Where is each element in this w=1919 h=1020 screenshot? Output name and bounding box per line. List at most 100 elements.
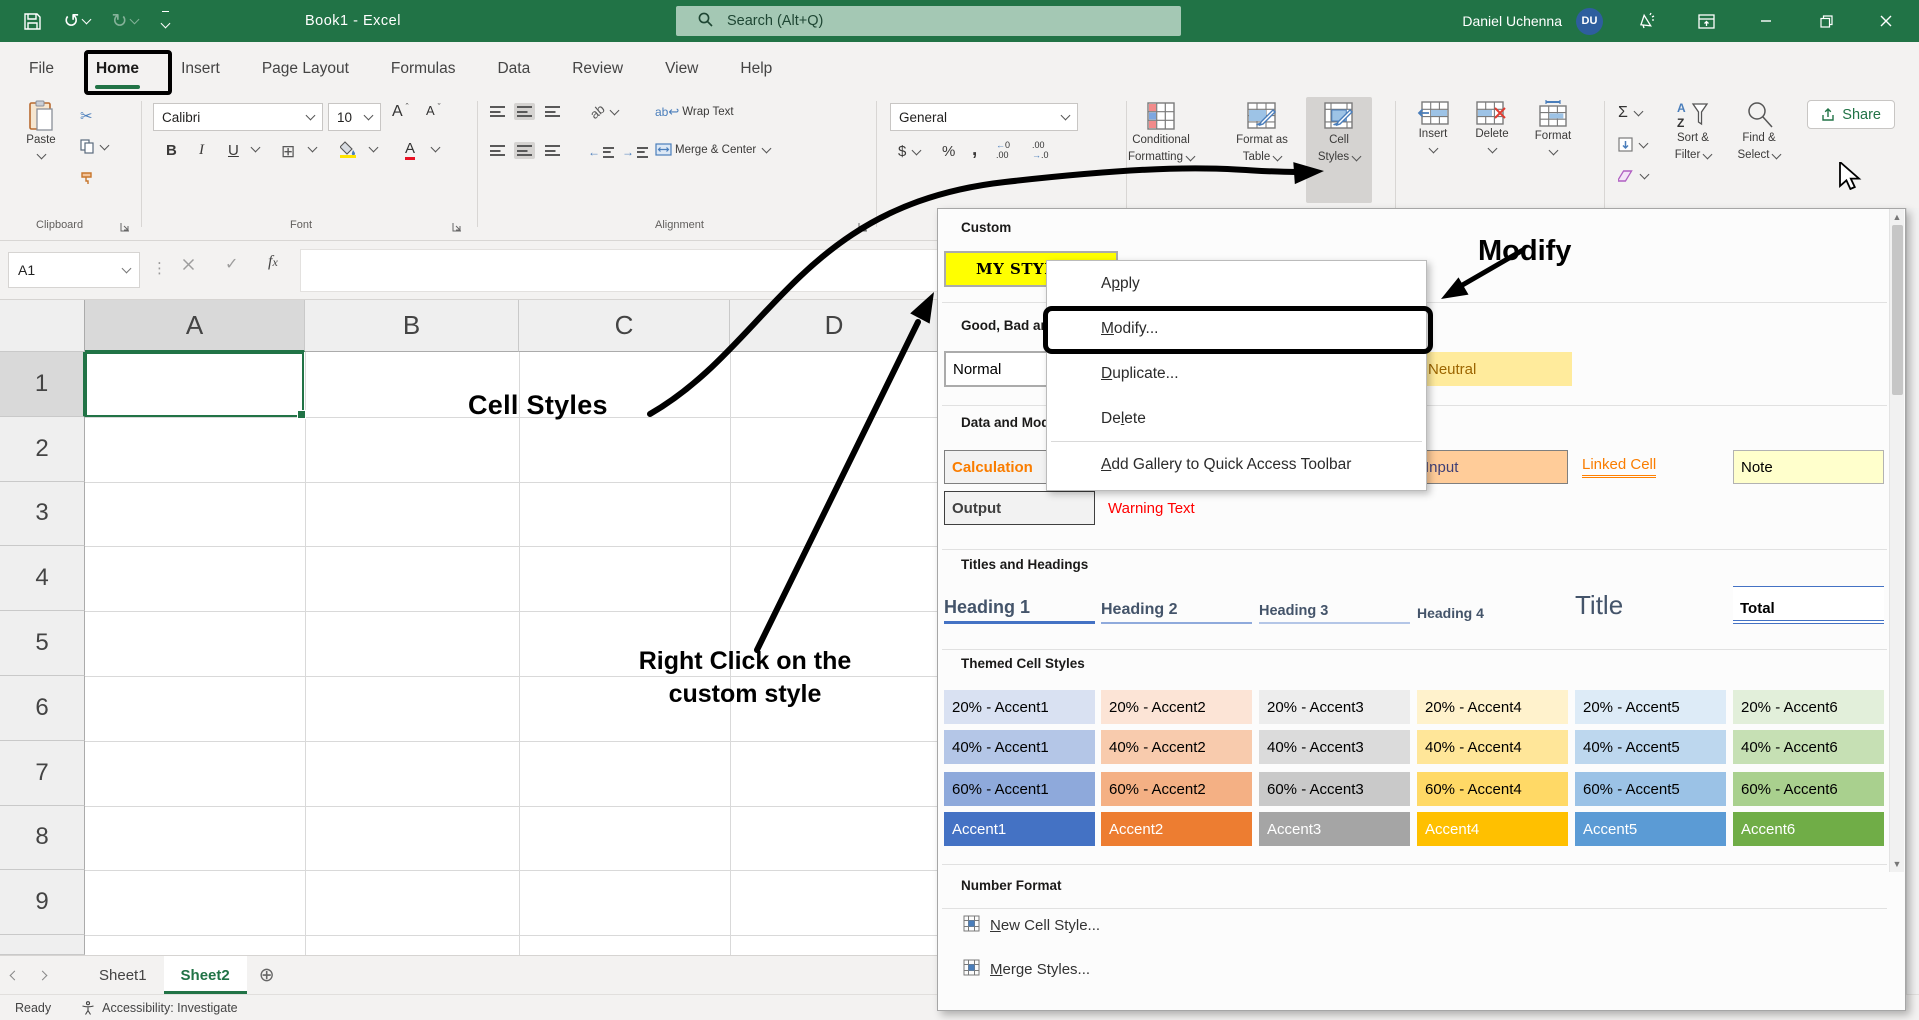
orientation-button[interactable]: ab (590, 104, 618, 119)
wrap-text-button[interactable]: ab↩Wrap Text (655, 104, 734, 120)
format-painter-button[interactable] (80, 171, 95, 186)
ribbon-tab-help[interactable]: Help (719, 42, 793, 95)
close-button[interactable] (1869, 0, 1903, 42)
style-accent4[interactable]: Accent4 (1417, 812, 1568, 846)
sheet-nav-right-icon[interactable] (28, 956, 56, 994)
ribbon-tab-home[interactable]: Home (75, 42, 160, 95)
style-40---accent3[interactable]: 40% - Accent3 (1259, 730, 1410, 764)
scroll-down-icon[interactable]: ▼ (1892, 859, 1902, 869)
style-neutral[interactable]: Neutral (1421, 352, 1572, 386)
row-header-2[interactable]: 2 (0, 417, 85, 482)
align-center-button[interactable] (514, 142, 535, 159)
comma-style-button[interactable]: , (972, 139, 977, 161)
bold-button[interactable]: B (166, 142, 177, 159)
style-40---accent6[interactable]: 40% - Accent6 (1733, 730, 1884, 764)
style-input[interactable]: Input (1417, 450, 1568, 484)
menu-item-apply[interactable]: Apply (1047, 261, 1426, 306)
style-total[interactable]: Total (1733, 586, 1884, 624)
percent-style-button[interactable]: % (942, 143, 955, 160)
user-name[interactable]: Daniel Uchenna (1462, 13, 1562, 29)
cut-button[interactable]: ✂ (80, 107, 107, 125)
scrollbar-thumb[interactable] (1892, 225, 1903, 395)
decrease-font-size-button[interactable]: Aˇ (426, 103, 441, 118)
style-40---accent2[interactable]: 40% - Accent2 (1101, 730, 1252, 764)
copy-button[interactable] (80, 139, 108, 154)
scroll-up-icon[interactable]: ▲ (1892, 212, 1902, 222)
style-60---accent3[interactable]: 60% - Accent3 (1259, 772, 1410, 806)
style-60---accent2[interactable]: 60% - Accent2 (1101, 772, 1252, 806)
new-sheet-button[interactable]: ⊕ (247, 956, 287, 994)
clear-button[interactable] (1618, 169, 1648, 183)
middle-align-button[interactable] (514, 103, 535, 120)
style-60---accent5[interactable]: 60% - Accent5 (1575, 772, 1726, 806)
save-icon[interactable] (14, 0, 50, 42)
row-header-3[interactable]: 3 (0, 482, 85, 547)
customize-qat-icon[interactable] (152, 0, 178, 42)
delete-cells-button[interactable]: Delete (1464, 100, 1520, 152)
row-header-7[interactable]: 7 (0, 741, 85, 806)
ribbon-tab-view[interactable]: View (644, 42, 719, 95)
increase-indent-button[interactable]: → (622, 145, 648, 159)
row-header-8[interactable]: 8 (0, 806, 85, 871)
menu-item-addgallerytoquickaccesstoolbar[interactable]: Add Gallery to Quick Access Toolbar (1047, 442, 1426, 487)
search-input[interactable]: Search (Alt+Q) (676, 6, 1181, 36)
merge-styles-button[interactable]: Merge Styles... (963, 959, 1090, 980)
fill-color-button[interactable] (340, 141, 356, 155)
font-name-select[interactable]: Calibri (153, 103, 323, 131)
ribbon-tab-data[interactable]: Data (476, 42, 551, 95)
sheet-tab-sheet2[interactable]: Sheet2 (164, 956, 247, 994)
column-header-a[interactable]: A (85, 300, 305, 352)
cell-styles-button[interactable]: Cell Styles (1306, 97, 1372, 203)
decrease-decimal-button[interactable]: .00→.0 (1032, 141, 1049, 161)
style-20---accent6[interactable]: 20% - Accent6 (1733, 690, 1884, 724)
select-all-corner[interactable] (0, 300, 85, 352)
selected-cell-a1[interactable] (85, 352, 304, 417)
row-header-4[interactable]: 4 (0, 546, 85, 611)
ribbon-tab-insert[interactable]: Insert (160, 42, 241, 95)
style-warning-text[interactable]: Warning Text (1101, 491, 1252, 525)
style-20---accent2[interactable]: 20% - Accent2 (1101, 690, 1252, 724)
style-60---accent1[interactable]: 60% - Accent1 (944, 772, 1095, 806)
number-format-select[interactable]: General (890, 103, 1078, 131)
cancel-entry-icon[interactable] (182, 258, 195, 276)
sort-filter-button[interactable]: AZ Sort & Filter (1662, 100, 1724, 163)
font-color-dropdown[interactable] (428, 147, 439, 151)
ribbon-tab-page-layout[interactable]: Page Layout (241, 42, 370, 95)
sheet-tab-sheet1[interactable]: Sheet1 (82, 956, 164, 994)
style-heading-4[interactable]: Heading 4 (1417, 586, 1568, 624)
italic-button[interactable]: I (199, 142, 204, 159)
style-20---accent3[interactable]: 20% - Accent3 (1259, 690, 1410, 724)
column-header-d[interactable]: D (730, 300, 939, 352)
redo-button[interactable]: ↻ (104, 0, 146, 42)
menu-item-delete[interactable]: Delete (1047, 396, 1426, 441)
ribbon-tab-file[interactable]: File (8, 42, 75, 95)
style-accent2[interactable]: Accent2 (1101, 812, 1252, 846)
row-header-1[interactable]: 1 (0, 352, 85, 417)
borders-button[interactable]: ⊞ (281, 142, 295, 162)
undo-button[interactable]: ↺ (56, 0, 98, 42)
style-60---accent6[interactable]: 60% - Accent6 (1733, 772, 1884, 806)
bottom-align-button[interactable] (545, 106, 560, 117)
style-heading-1[interactable]: Heading 1 (944, 586, 1095, 624)
minimize-button[interactable] (1749, 0, 1783, 42)
ribbon-display-options-icon[interactable] (1689, 0, 1723, 42)
row-header-9[interactable]: 9 (0, 870, 85, 935)
style-accent1[interactable]: Accent1 (944, 812, 1095, 846)
style-40---accent4[interactable]: 40% - Accent4 (1417, 730, 1568, 764)
fill-button[interactable] (1618, 137, 1647, 152)
paste-button[interactable]: Paste (14, 100, 68, 158)
style-note[interactable]: Note (1733, 450, 1884, 484)
align-right-button[interactable] (545, 145, 560, 156)
style-20---accent5[interactable]: 20% - Accent5 (1575, 690, 1726, 724)
column-header-b[interactable]: B (305, 300, 519, 352)
menu-item-modify[interactable]: Modify... (1047, 306, 1426, 351)
style-20---accent1[interactable]: 20% - Accent1 (944, 690, 1095, 724)
row-header-partial[interactable] (0, 935, 85, 955)
restore-button[interactable] (1809, 0, 1843, 42)
increase-font-size-button[interactable]: Aˆ (392, 103, 409, 121)
format-cells-button[interactable]: Format (1523, 100, 1583, 154)
style-60---accent4[interactable]: 60% - Accent4 (1417, 772, 1568, 806)
confirm-entry-icon[interactable]: ✓ (225, 254, 238, 274)
menu-item-duplicate[interactable]: Duplicate... (1047, 351, 1426, 396)
style-accent5[interactable]: Accent5 (1575, 812, 1726, 846)
